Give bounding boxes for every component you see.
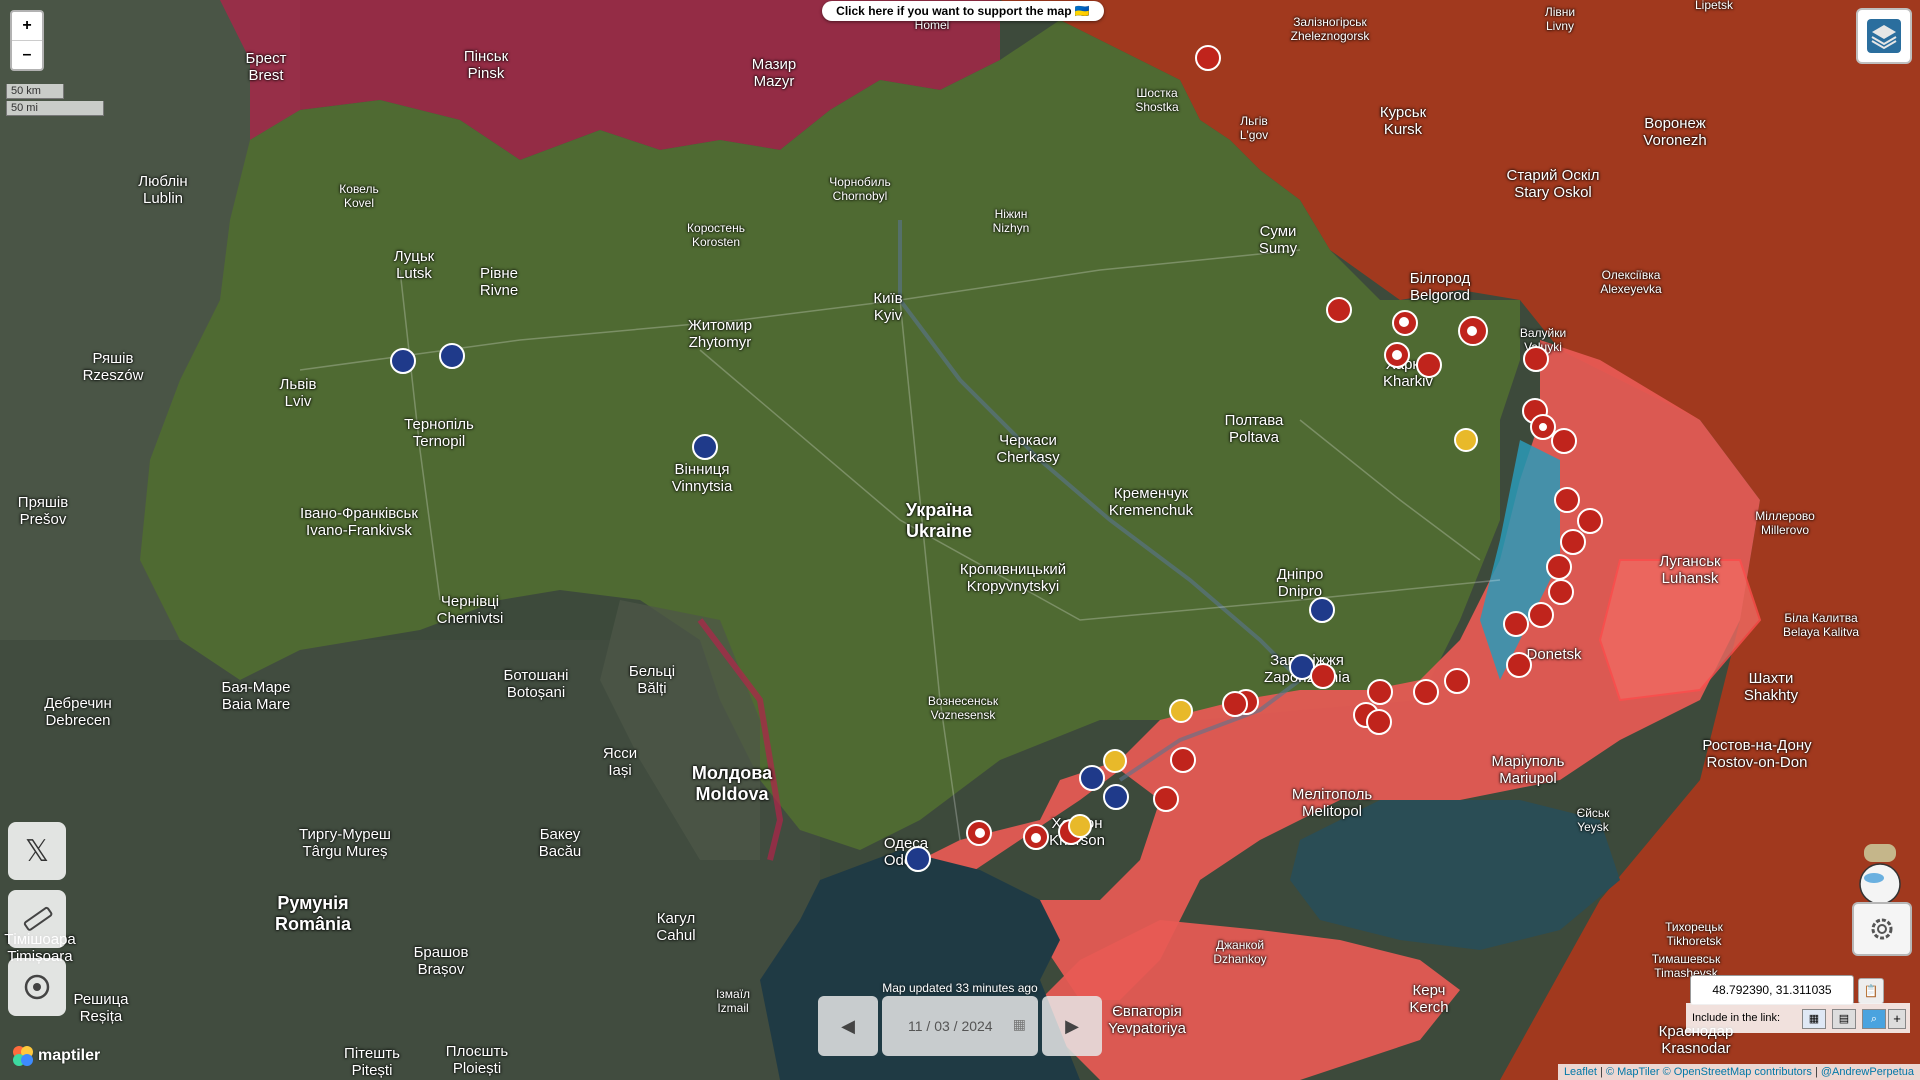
x-social-button[interactable]: 𝕏 (8, 822, 66, 880)
left-arrow-icon: ◀ (841, 1015, 855, 1036)
map-toggle-icon[interactable]: ▤ (1832, 1009, 1856, 1029)
attribution-osm[interactable]: © OpenStreetMap contributors (1663, 1066, 1812, 1078)
layers-button[interactable] (1856, 8, 1912, 64)
maptiler-logo-text: maptiler (38, 1047, 101, 1064)
include-link-label: Include in the link: (1692, 1012, 1781, 1024)
attribution-maptiler[interactable]: © MapTiler (1606, 1066, 1660, 1078)
attribution-bar: Leaflet | © MapTiler © OpenStreetMap con… (1557, 1064, 1920, 1080)
coordinates-display[interactable]: 48.792390, 31.311035 (1690, 975, 1854, 1005)
clipboard-icon: 📋 (1863, 984, 1879, 998)
ruler-icon (23, 906, 53, 931)
next-date-button[interactable]: ▶ (1042, 996, 1102, 1056)
right-arrow-icon: ▶ (1065, 1015, 1079, 1036)
support-banner-button[interactable]: Click here if you want to support the ma… (822, 1, 1104, 21)
target-icon (24, 974, 50, 1000)
x-logo-icon: 𝕏 (24, 834, 50, 868)
include-link-row: Include in the link: ▦ ▤ ⌕ + (1686, 1003, 1910, 1033)
date-picker[interactable]: 11 / 03 / 2024 ▦ (882, 996, 1038, 1056)
gear-icon (1871, 918, 1893, 940)
calendar-toggle-icon[interactable]: ▦ (1802, 1009, 1826, 1029)
copy-coords-button[interactable]: 📋 (1858, 978, 1884, 1004)
map-updated-text: Map updated 33 minutes ago (882, 981, 1038, 995)
prev-date-button[interactable]: ◀ (818, 996, 878, 1056)
layers-icon (1867, 19, 1901, 53)
zoom-control: + – (10, 10, 44, 71)
settings-button[interactable] (1852, 902, 1912, 956)
scale-mi: 50 mi (6, 101, 104, 116)
maptiler-logo[interactable]: maptiler (12, 1045, 100, 1067)
maptiler-logo-icon (13, 1046, 33, 1066)
date-value: 11 / 03 / 2024 (908, 1018, 993, 1034)
mascot-icon (1854, 836, 1906, 906)
locate-button[interactable] (8, 958, 66, 1016)
scale-km: 50 km (6, 84, 64, 99)
attribution-leaflet[interactable]: Leaflet (1564, 1066, 1597, 1078)
plus-toggle-icon[interactable]: + (1888, 1009, 1906, 1029)
calendar-icon: ▦ (1012, 1016, 1026, 1032)
ruler-button[interactable] (8, 890, 66, 948)
zoom-in-button[interactable]: + (12, 12, 42, 40)
zoom-out-button[interactable]: – (12, 40, 42, 69)
map-canvas[interactable] (0, 0, 1920, 1080)
zoom-toggle-icon[interactable]: ⌕ (1862, 1009, 1886, 1029)
attribution-author[interactable]: @AndrewPerpetua (1821, 1066, 1914, 1078)
